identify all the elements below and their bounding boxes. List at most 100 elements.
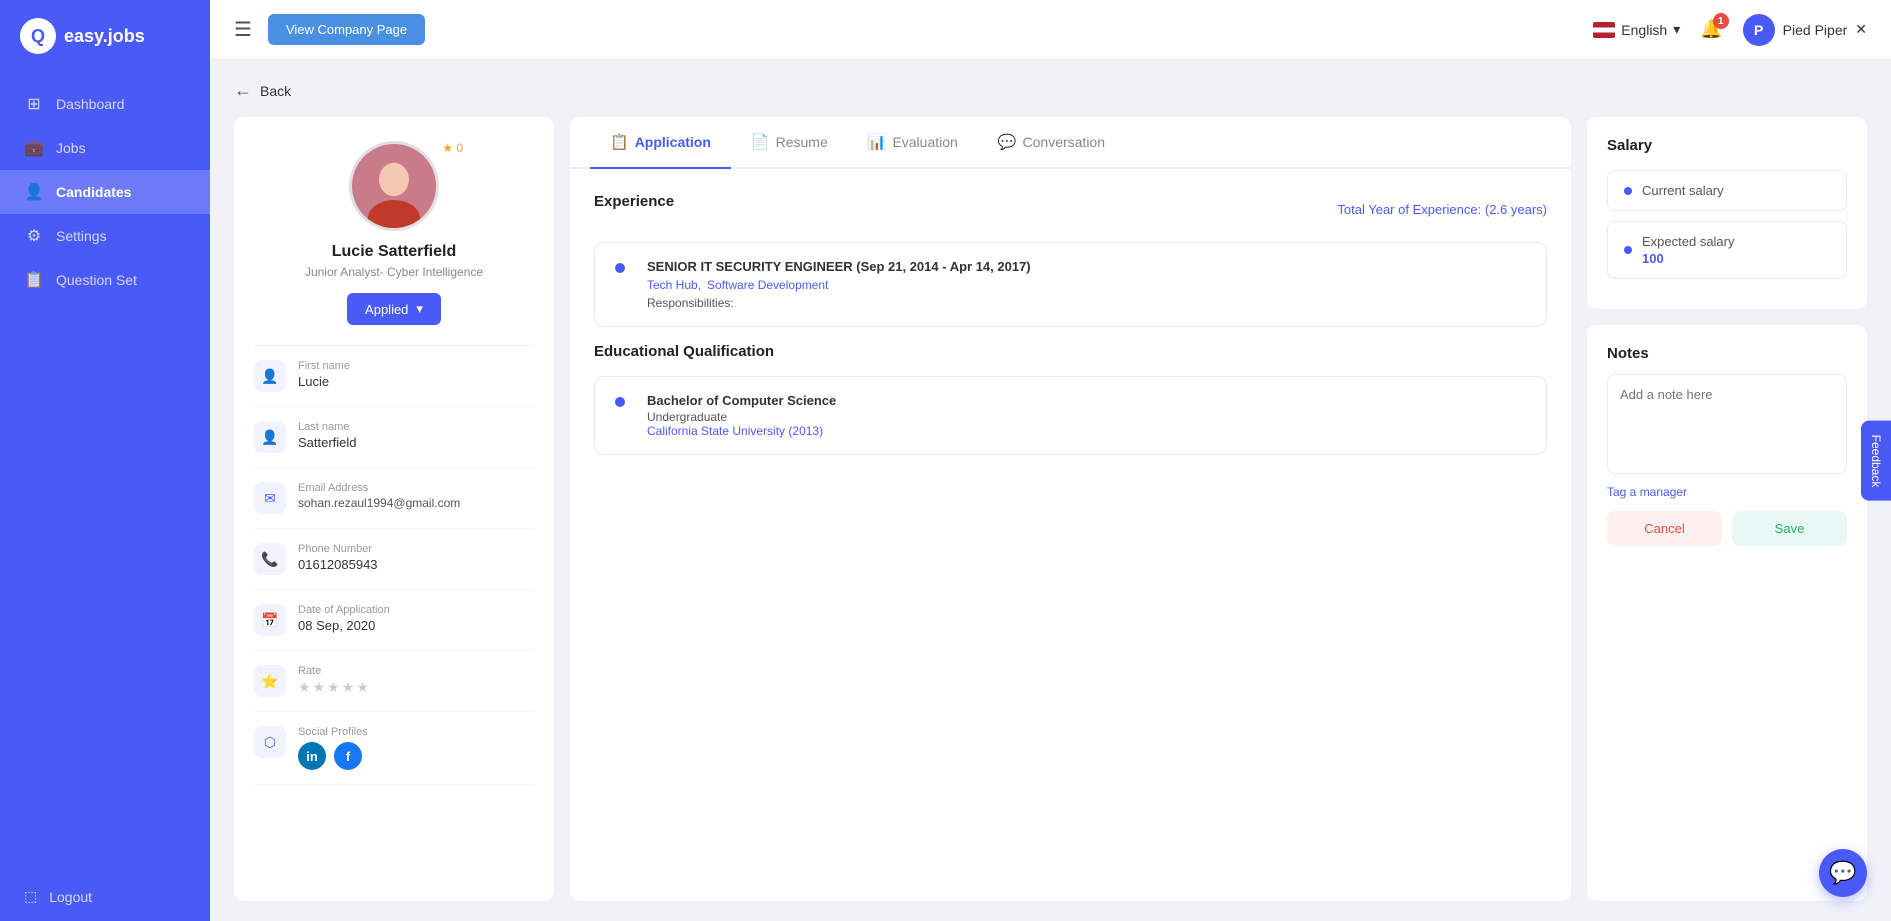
- star-count: ★ 0: [442, 141, 463, 155]
- expected-salary-value: 100: [1642, 251, 1735, 266]
- chat-fab[interactable]: 💬: [1819, 849, 1867, 897]
- star-icon: ⭐: [254, 665, 286, 697]
- settings-icon: ⚙: [24, 226, 44, 246]
- content-area: ← Back ★ 0: [210, 60, 1891, 921]
- notes-textarea[interactable]: [1607, 374, 1847, 474]
- topbar-left: ☰ View Company Page: [234, 14, 425, 45]
- sidebar-nav: ⊞ Dashboard 💼 Jobs 👤 Candidates ⚙ Settin…: [0, 72, 210, 872]
- view-company-button[interactable]: View Company Page: [268, 14, 425, 45]
- experience-card: SENIOR IT SECURITY ENGINEER (Sep 21, 201…: [594, 242, 1547, 327]
- email-label: Email Address: [298, 482, 534, 494]
- person-icon: 👤: [254, 360, 286, 392]
- tab-conversation[interactable]: 💬 Conversation: [978, 117, 1125, 169]
- current-salary-label: Current salary: [1642, 183, 1724, 198]
- right-panel: Salary Current salary Expected salary 10…: [1587, 117, 1867, 901]
- social-label: Social Profiles: [298, 726, 534, 738]
- exp-tag-1: Software Development: [707, 278, 828, 292]
- notes-actions: Cancel Save: [1607, 511, 1847, 546]
- social-icons: in f: [298, 742, 534, 770]
- company-selector[interactable]: P Pied Piper ✕: [1743, 14, 1867, 46]
- exp-bullet: [615, 263, 625, 273]
- topbar-right: English ▾ 🔔 1 P Pied Piper ✕: [1593, 14, 1867, 46]
- phone-label: Phone Number: [298, 543, 534, 555]
- tab-application-label: Application: [635, 134, 711, 150]
- doa-value: 08 Sep, 2020: [298, 618, 534, 633]
- edu-uni-name: California State University: [647, 424, 785, 438]
- total-exp-label: Total Year of Experience:: [1337, 202, 1481, 217]
- field-first-name: 👤 First name Lucie: [254, 346, 534, 407]
- last-name-value: Satterfield: [298, 435, 534, 450]
- sidebar: Q easy.jobs ⊞ Dashboard 💼 Jobs 👤 Candida…: [0, 0, 210, 921]
- expected-salary-label: Expected salary: [1642, 234, 1735, 249]
- save-button[interactable]: Save: [1732, 511, 1847, 546]
- facebook-icon[interactable]: f: [334, 742, 362, 770]
- logout-icon: ⬚: [24, 888, 37, 905]
- tab-content: Experience Total Year of Experience: (2.…: [570, 169, 1571, 901]
- sidebar-item-dashboard[interactable]: ⊞ Dashboard: [0, 82, 210, 126]
- linkedin-icon[interactable]: in: [298, 742, 326, 770]
- current-salary-dot: [1624, 187, 1632, 195]
- edu-type: Undergraduate: [647, 410, 1526, 424]
- conversation-tab-icon: 💬: [998, 133, 1017, 151]
- person2-icon: 👤: [254, 421, 286, 453]
- salary-title: Salary: [1607, 137, 1847, 154]
- experience-header: Experience Total Year of Experience: (2.…: [594, 193, 1547, 226]
- phone-value: 01612085943: [298, 557, 534, 572]
- back-button[interactable]: ← Back: [234, 80, 1867, 101]
- sidebar-item-settings[interactable]: ⚙ Settings: [0, 214, 210, 258]
- email-value: sohan.rezaul1994@gmail.com: [298, 496, 534, 510]
- edu-year: (2013): [788, 424, 823, 438]
- app-name: easy.jobs: [64, 26, 145, 47]
- company-avatar: P: [1743, 14, 1775, 46]
- avatar: [349, 141, 439, 231]
- field-phone: 📞 Phone Number 01612085943: [254, 529, 534, 590]
- calendar-icon: 📅: [254, 604, 286, 636]
- status-dropdown[interactable]: Applied ▾: [347, 293, 441, 325]
- phone-icon: 📞: [254, 543, 286, 575]
- status-chevron-icon: ▾: [416, 301, 423, 317]
- education-title: Educational Qualification: [594, 343, 1547, 360]
- sidebar-item-jobs[interactable]: 💼 Jobs: [0, 126, 210, 170]
- page-layout: ★ 0 Lucie Satterfield Junior Analyst- Cy…: [234, 117, 1867, 901]
- first-name-value: Lucie: [298, 374, 534, 389]
- flag-icon: [1593, 22, 1615, 38]
- tab-resume[interactable]: 📄 Resume: [731, 117, 848, 169]
- feedback-tab[interactable]: Feedback: [1861, 420, 1891, 501]
- sidebar-item-candidates[interactable]: 👤 Candidates: [0, 170, 210, 214]
- hamburger-button[interactable]: ☰: [234, 17, 252, 42]
- sidebar-label-question-set: Question Set: [56, 272, 137, 288]
- tab-application[interactable]: 📋 Application: [590, 117, 731, 169]
- sidebar-label-candidates: Candidates: [56, 184, 131, 200]
- edu-university: California State University (2013): [647, 424, 1526, 438]
- current-salary-content: Current salary: [1642, 183, 1724, 198]
- logout-button[interactable]: ⬚ Logout: [0, 872, 210, 921]
- stars-row[interactable]: ★ ★ ★ ★ ★: [298, 679, 534, 696]
- language-chevron: ▾: [1673, 21, 1680, 38]
- language-selector[interactable]: English ▾: [1593, 21, 1680, 38]
- first-name-label: First name: [298, 360, 534, 372]
- back-label: Back: [260, 83, 291, 99]
- doa-content: Date of Application 08 Sep, 2020: [298, 604, 534, 633]
- company-chevron: ✕: [1855, 21, 1867, 38]
- tab-conversation-label: Conversation: [1023, 134, 1106, 150]
- candidate-name: Lucie Satterfield: [332, 243, 456, 261]
- experience-title: Experience: [594, 193, 674, 210]
- notification-button[interactable]: 🔔 1: [1700, 19, 1722, 40]
- exp-tags: Tech Hub, Software Development: [647, 278, 1526, 292]
- exp-tag-0: Tech Hub,: [647, 278, 701, 292]
- email-content: Email Address sohan.rezaul1994@gmail.com: [298, 482, 534, 510]
- tab-evaluation[interactable]: 📊 Evaluation: [848, 117, 978, 169]
- language-label: English: [1621, 22, 1667, 38]
- last-name-content: Last name Satterfield: [298, 421, 534, 450]
- phone-content: Phone Number 01612085943: [298, 543, 534, 572]
- main-area: ☰ View Company Page English ▾ 🔔 1 P Pied…: [210, 0, 1891, 921]
- field-social: ⬡ Social Profiles in f: [254, 712, 534, 785]
- exp-title: SENIOR IT SECURITY ENGINEER (Sep 21, 201…: [647, 259, 1526, 274]
- exp-body: SENIOR IT SECURITY ENGINEER (Sep 21, 201…: [647, 259, 1526, 310]
- field-email: ✉ Email Address sohan.rezaul1994@gmail.c…: [254, 468, 534, 529]
- tag-manager-link[interactable]: Tag a manager: [1607, 485, 1847, 499]
- expected-salary-row: Expected salary 100: [1607, 221, 1847, 279]
- tabs-bar: 📋 Application 📄 Resume 📊 Evaluation 💬 Co…: [570, 117, 1571, 169]
- cancel-button[interactable]: Cancel: [1607, 511, 1722, 546]
- sidebar-item-question-set[interactable]: 📋 Question Set: [0, 258, 210, 302]
